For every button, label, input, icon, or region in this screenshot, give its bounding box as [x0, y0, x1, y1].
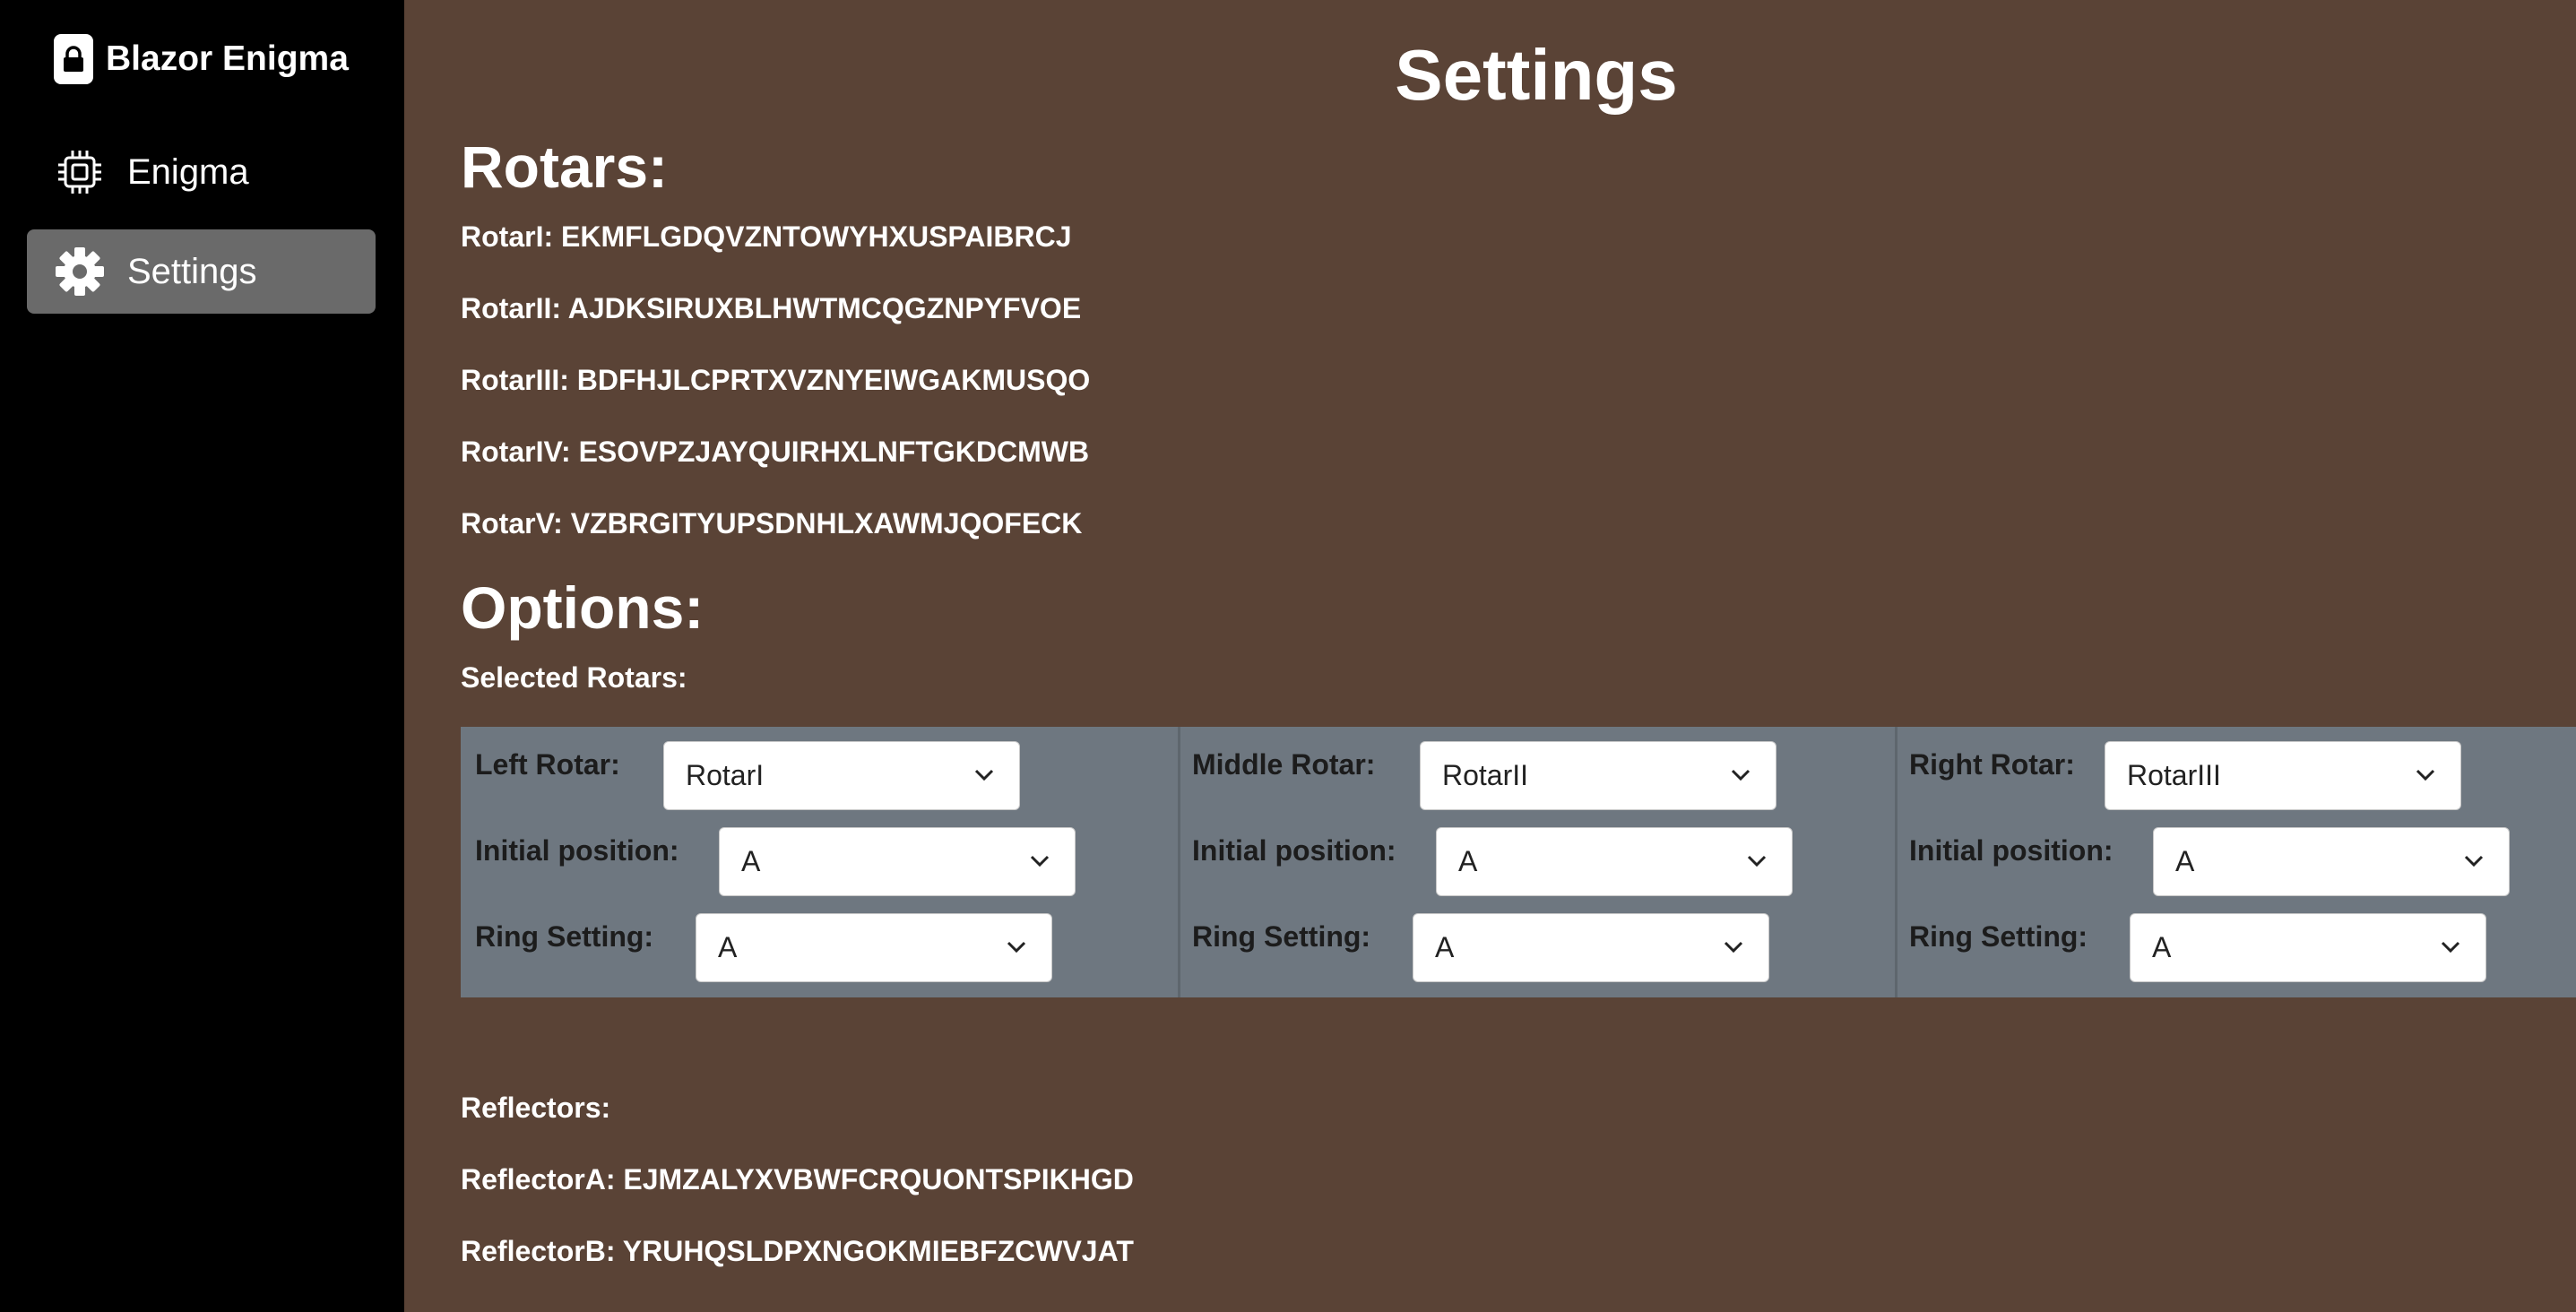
chevron-down-icon	[2441, 941, 2460, 954]
select-value: RotarI	[686, 759, 765, 791]
selected-rotars-panel: Left Rotar: RotarI Initial position: A R…	[461, 727, 2576, 997]
middle-initial-position-label: Initial position:	[1192, 834, 1396, 867]
right-rotar-select[interactable]: RotarIII	[2105, 741, 2461, 810]
brand-name: Blazor Enigma	[106, 39, 349, 78]
chevron-down-icon	[1747, 855, 1767, 867]
middle-ring-setting-select[interactable]: A	[1413, 913, 1769, 982]
rotar-wiring: RotarIII: BDFHJLCPRTXVZNYEIWGAKMUSQO	[461, 364, 1091, 396]
cpu-icon	[54, 146, 106, 198]
lock-icon	[54, 34, 93, 84]
right-initial-position-select[interactable]: A	[2153, 827, 2510, 896]
middle-rotar-column: Middle Rotar: RotarII Initial position: …	[1178, 727, 1895, 997]
select-value: RotarIII	[2127, 759, 2221, 791]
column-divider	[1895, 727, 1897, 997]
rotar-wiring: RotarIV: ESOVPZJAYQUIRHXLNFTGKDCMWB	[461, 436, 1090, 468]
left-rotar-select[interactable]: RotarI	[663, 741, 1020, 810]
chevron-down-icon	[1724, 941, 1743, 954]
left-rotar-label: Left Rotar:	[475, 748, 620, 781]
app-window: Blazor Enigma Enigma Settings Settings R…	[0, 0, 2576, 1312]
select-value: A	[1458, 845, 1478, 877]
sidebar-item-settings[interactable]: Settings	[27, 229, 376, 314]
chevron-down-icon	[2464, 855, 2484, 867]
select-value: A	[718, 931, 738, 963]
gear-icon	[54, 246, 106, 298]
left-ring-setting-select[interactable]: A	[696, 913, 1052, 982]
middle-rotar-label: Middle Rotar:	[1192, 748, 1376, 781]
right-rotar-column: Right Rotar: RotarIII Initial position: …	[1895, 727, 2576, 997]
brand[interactable]: Blazor Enigma	[54, 34, 349, 84]
select-value: A	[1435, 931, 1455, 963]
rotar-wiring: RotarV: VZBRGITYUPSDNHLXAWMJQOFECK	[461, 507, 1083, 539]
right-ring-setting-select[interactable]: A	[2130, 913, 2486, 982]
rotar-wiring: RotarII: AJDKSIRUXBLHWTMCQGZNPYFVOE	[461, 292, 1082, 324]
select-value: RotarII	[1442, 759, 1529, 791]
rotar-wiring: RotarI: EKMFLGDQVZNTOWYHXUSPAIBRCJ	[461, 220, 1072, 253]
right-rotar-label: Right Rotar:	[1909, 748, 2075, 781]
left-rotar-column: Left Rotar: RotarI Initial position: A R…	[461, 727, 1178, 997]
left-initial-position-select[interactable]: A	[719, 827, 1076, 896]
chevron-down-icon	[974, 769, 994, 781]
sidebar: Blazor Enigma Enigma Settings	[0, 0, 404, 1312]
middle-ring-setting-label: Ring Setting:	[1192, 920, 1371, 953]
chevron-down-icon	[2416, 769, 2435, 781]
sidebar-item-enigma[interactable]: Enigma	[27, 130, 376, 214]
chevron-down-icon	[1030, 855, 1050, 867]
reflectors-heading: Reflectors:	[461, 1092, 611, 1124]
select-value: A	[741, 845, 761, 877]
sidebar-item-label: Settings	[127, 251, 257, 291]
chevron-down-icon	[1731, 769, 1750, 781]
right-ring-setting-label: Ring Setting:	[1909, 920, 2088, 953]
options-heading: Options:	[461, 574, 705, 641]
select-value: A	[2152, 931, 2172, 963]
middle-initial-position-select[interactable]: A	[1436, 827, 1793, 896]
middle-rotar-select[interactable]: RotarII	[1420, 741, 1776, 810]
right-initial-position-label: Initial position:	[1909, 834, 2114, 867]
reflector-wiring: ReflectorB: YRUHQSLDPXNGOKMIEBFZCWVJAT	[461, 1235, 1134, 1267]
page-title: Settings	[1395, 35, 1678, 115]
chevron-down-icon	[1007, 941, 1026, 954]
sidebar-item-label: Enigma	[127, 151, 249, 192]
left-initial-position-label: Initial position:	[475, 834, 679, 867]
left-ring-setting-label: Ring Setting:	[475, 920, 654, 953]
reflector-wiring: ReflectorA: EJMZALYXVBWFCRQUONTSPIKHGD	[461, 1163, 1134, 1195]
selected-rotars-label: Selected Rotars:	[461, 661, 687, 694]
rotars-heading: Rotars:	[461, 134, 669, 200]
select-value: A	[2175, 845, 2195, 877]
main-content: Settings Rotars: RotarI: EKMFLGDQVZNTOWY…	[404, 0, 2576, 1312]
column-divider	[1178, 727, 1180, 997]
